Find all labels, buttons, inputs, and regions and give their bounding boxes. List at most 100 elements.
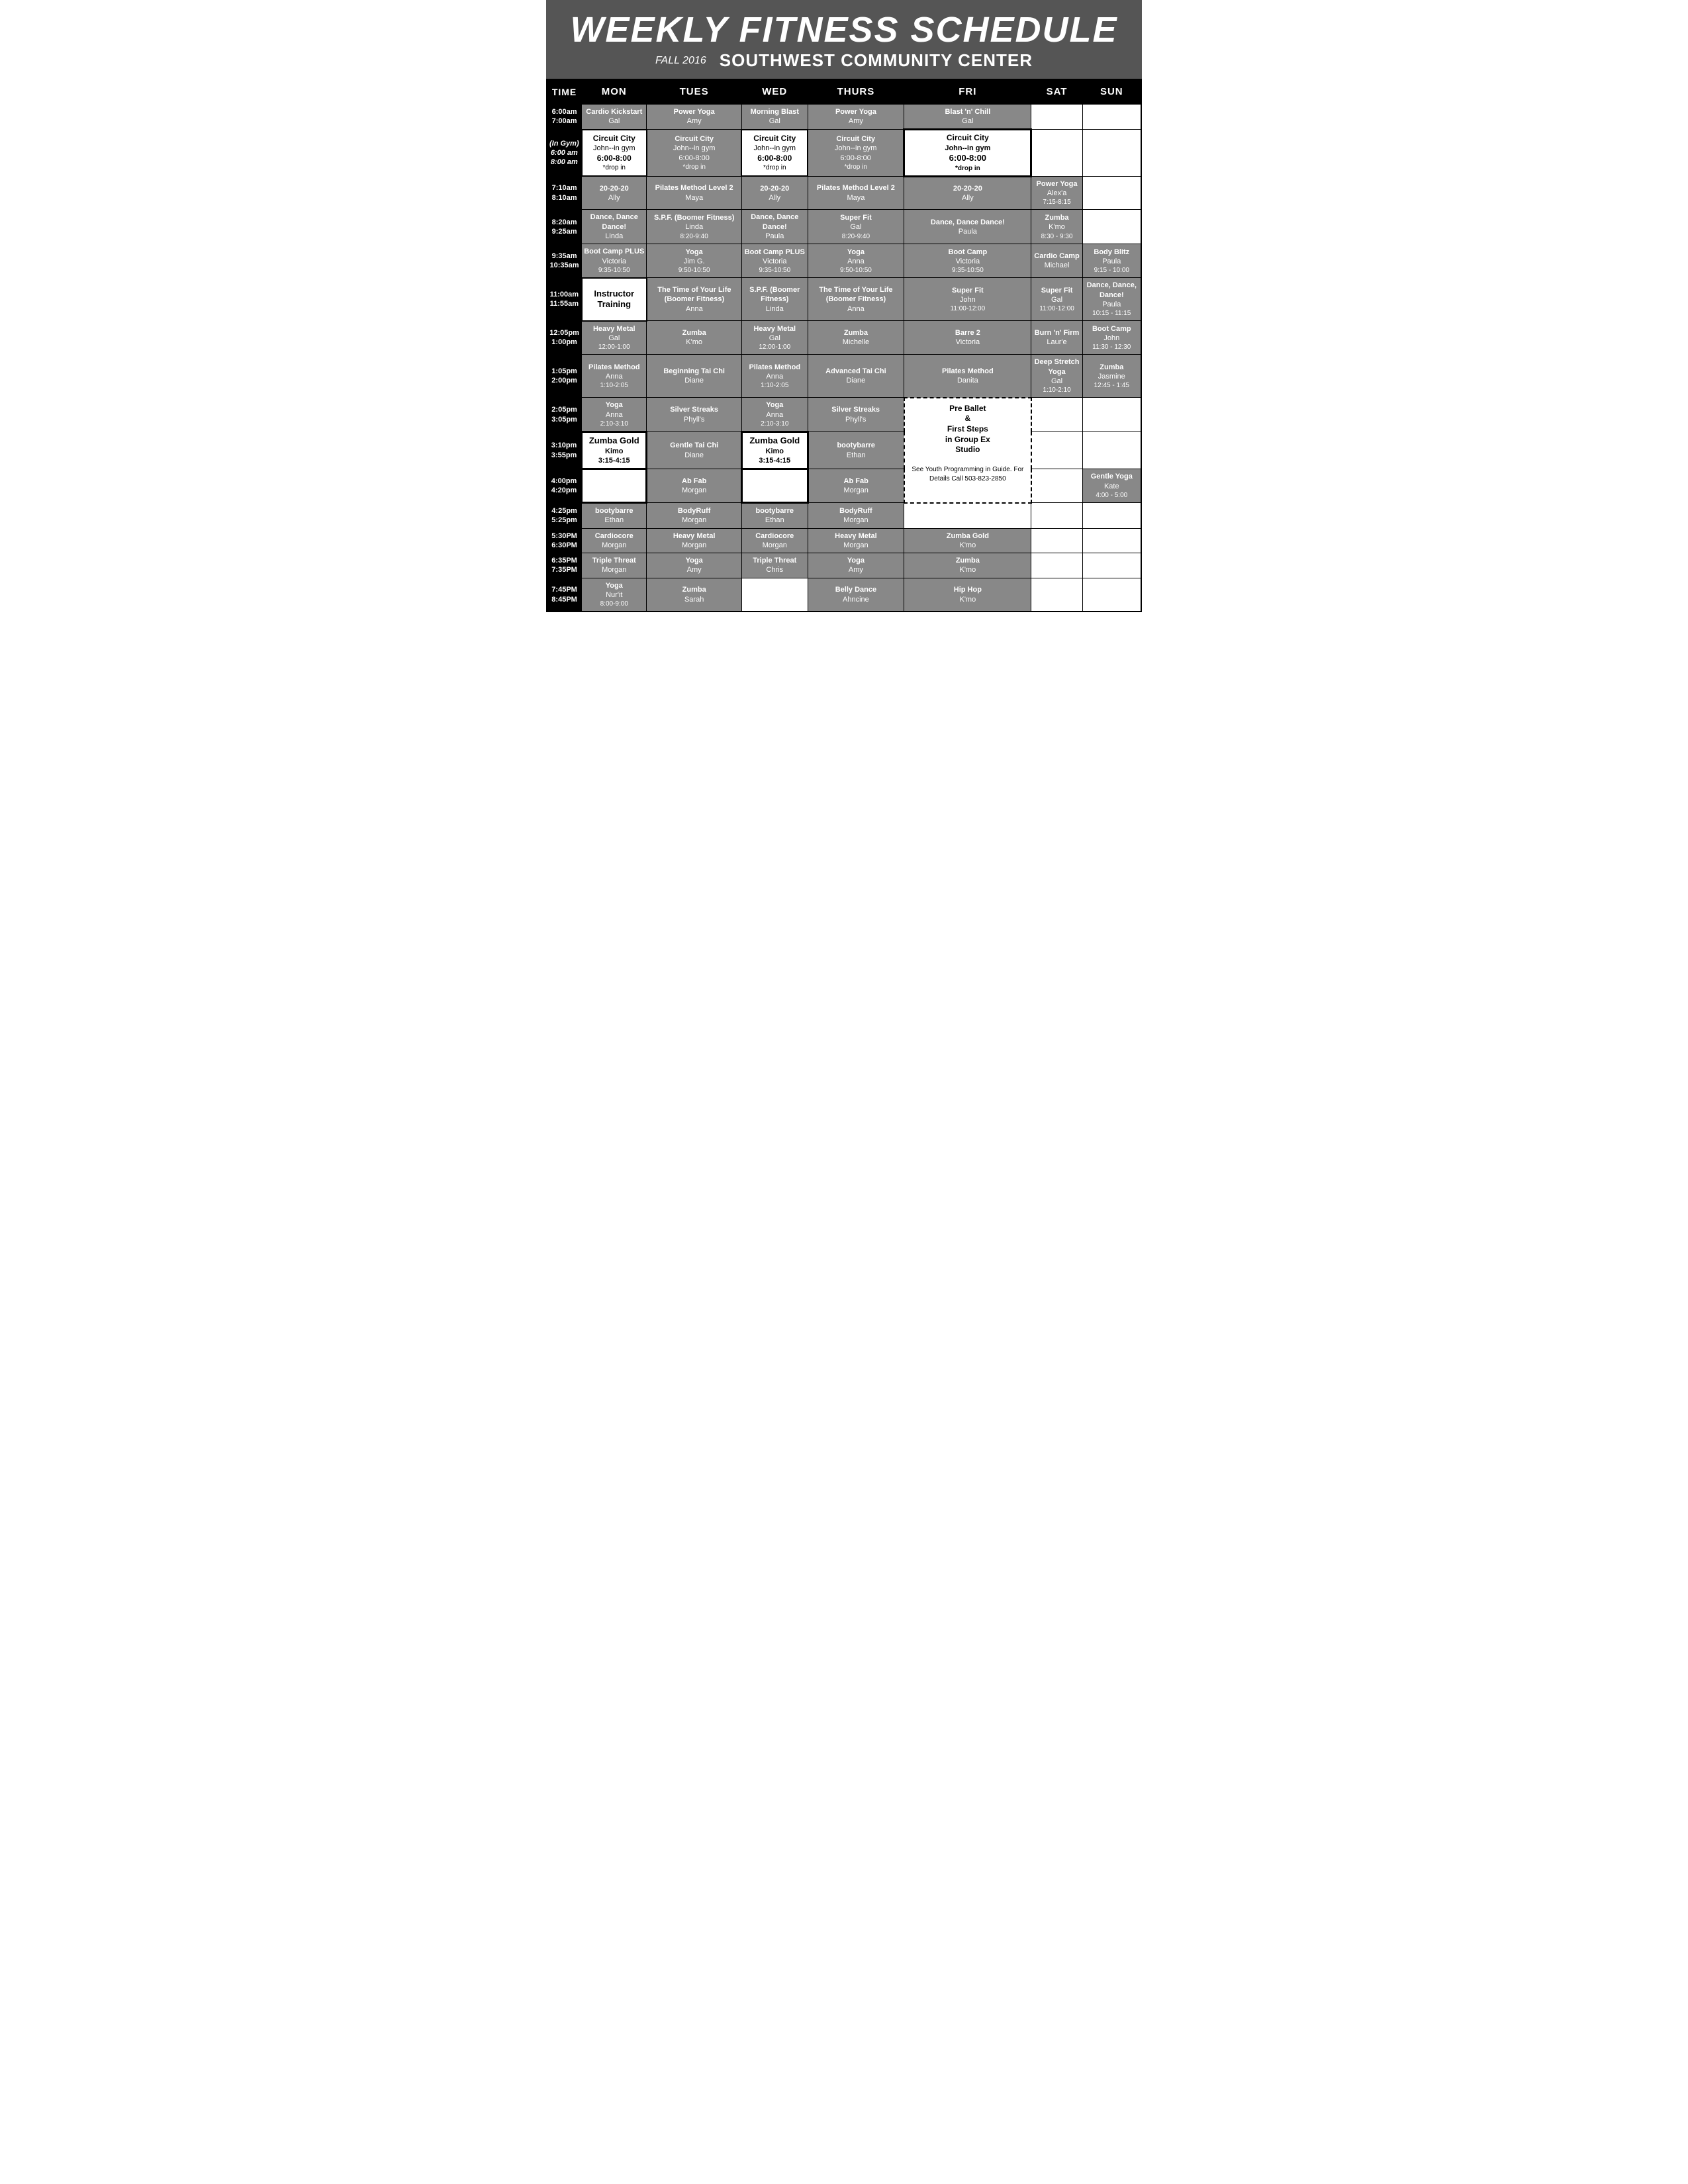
time-cell: 8:20am9:25am [547, 210, 582, 244]
class-cell: Super FitGal8:20-9:40 [808, 210, 904, 244]
class-cell: ZumbaSarah [647, 578, 742, 612]
class-cell: YogaAmy [808, 553, 904, 578]
class-cell: Deep Stretch YogaGal1:10-2:10 [1031, 355, 1082, 398]
class-cell: YogaJim G.9:50-10:50 [647, 244, 742, 278]
class-cell: Heavy MetalMorgan [808, 528, 904, 553]
table-row: 7:45PM8:45PMYogaNur'it8:00-9:00ZumbaSara… [547, 578, 1141, 612]
class-cell: The Time of Your Life (Boomer Fitness)An… [808, 278, 904, 321]
col-time: TIME [547, 79, 582, 104]
class-cell [1031, 469, 1082, 503]
class-cell: ZumbaK'mo [647, 321, 742, 355]
time-cell: 11:00am11:55am [547, 278, 582, 321]
class-cell [1082, 176, 1141, 210]
time-cell: 4:00pm4:20pm [547, 469, 582, 503]
table-row: 6:35PM7:35PMTriple ThreatMorganYogaAmyTr… [547, 553, 1141, 578]
time-cell: 6:00am7:00am [547, 104, 582, 130]
class-cell: Silver StreaksPhyll's [647, 398, 742, 432]
time-cell: 9:35am10:35am [547, 244, 582, 278]
col-sun: SUN [1082, 79, 1141, 104]
class-cell: ZumbaJasmine12:45 - 1:45 [1082, 355, 1141, 398]
class-cell: Power YogaAmy [808, 104, 904, 130]
class-cell: ZumbaK'mo8:30 - 9:30 [1031, 210, 1082, 244]
class-cell: YogaAnna2:10-3:10 [741, 398, 808, 432]
class-cell [1031, 503, 1082, 529]
class-cell: CardiocoreMorgan [582, 528, 647, 553]
class-cell: Boot CampJohn11:30 - 12:30 [1082, 321, 1141, 355]
class-cell: Ab FabMorgan [808, 469, 904, 503]
time-cell: 12:05pm1:00pm [547, 321, 582, 355]
class-cell: YogaNur'it8:00-9:00 [582, 578, 647, 612]
class-cell [1082, 578, 1141, 612]
time-cell: 7:45PM8:45PM [547, 578, 582, 612]
class-cell: Zumba GoldK'mo [904, 528, 1031, 553]
class-cell: Circuit CityJohn--in gym6:00-8:00*drop i… [582, 130, 647, 177]
class-cell [1082, 210, 1141, 244]
class-cell [1031, 432, 1082, 469]
class-cell [1031, 528, 1082, 553]
class-cell: Pilates MethodAnna1:10-2:05 [741, 355, 808, 398]
class-cell: bootybarreEthan [808, 432, 904, 469]
time-cell: 4:25pm5:25pm [547, 503, 582, 529]
table-row: 2:05pm3:05pmYogaAnna2:10-3:10Silver Stre… [547, 398, 1141, 432]
class-cell [1031, 578, 1082, 612]
class-cell: Cardio CampMichael [1031, 244, 1082, 278]
table-row: 4:25pm5:25pmbootybarreEthanBodyRuffMorga… [547, 503, 1141, 529]
class-cell: Heavy MetalGal12:00-1:00 [582, 321, 647, 355]
center-name: SOUTHWEST COMMUNITY CENTER [720, 50, 1033, 71]
page-title: WEEKLY FITNESS SCHEDULE [559, 12, 1129, 48]
class-cell [1031, 130, 1082, 177]
class-cell: bootybarreEthan [741, 503, 808, 529]
table-row: 4:00pm4:20pmAb FabMorganAb FabMorganGent… [547, 469, 1141, 503]
class-cell: Boot CampVictoria9:35-10:50 [904, 244, 1031, 278]
col-wed: WED [741, 79, 808, 104]
table-row: 12:05pm1:00pmHeavy MetalGal12:00-1:00Zum… [547, 321, 1141, 355]
class-cell: Dance, Dance Dance!Linda [582, 210, 647, 244]
class-cell [1082, 398, 1141, 432]
class-cell: Beginning Tai ChiDiane [647, 355, 742, 398]
class-cell [1082, 104, 1141, 130]
class-cell [582, 469, 647, 503]
table-row: 6:00am7:00amCardio KickstartGalPower Yog… [547, 104, 1141, 130]
class-cell [1082, 130, 1141, 177]
season-label: FALL 2016 [655, 55, 706, 67]
class-cell: Super FitJohn11:00-12:00 [904, 278, 1031, 321]
class-cell [1082, 553, 1141, 578]
table-row: 5:30PM6:30PMCardiocoreMorganHeavy MetalM… [547, 528, 1141, 553]
class-cell: Dance, Dance, Dance!Paula10:15 - 11:15 [1082, 278, 1141, 321]
class-cell: Circuit CityJohn--in gym6:00-8:00*drop i… [647, 130, 742, 177]
class-cell: Super FitGal11:00-12:00 [1031, 278, 1082, 321]
class-cell: ZumbaMichelle [808, 321, 904, 355]
table-row: 8:20am9:25amDance, Dance Dance!LindaS.P.… [547, 210, 1141, 244]
class-cell: Zumba GoldKimo3:15-4:15 [582, 432, 647, 469]
time-cell: 6:35PM7:35PM [547, 553, 582, 578]
class-cell: Heavy MetalMorgan [647, 528, 742, 553]
class-cell: Pre Ballet&First Stepsin Group ExStudioS… [904, 398, 1031, 503]
class-cell: Circuit CityJohn--in gym6:00-8:00*drop i… [741, 130, 808, 177]
class-cell: Power YogaAmy [647, 104, 742, 130]
class-cell: Pilates Method Level 2Maya [808, 176, 904, 210]
class-cell: Morning BlastGal [741, 104, 808, 130]
class-cell [1031, 553, 1082, 578]
class-cell: BodyRuffMorgan [808, 503, 904, 529]
class-cell [741, 469, 808, 503]
class-cell: Blast 'n' ChillGal [904, 104, 1031, 130]
class-cell: Dance, Dance Dance!Paula [904, 210, 1031, 244]
class-cell: Instructor Training [582, 278, 647, 321]
class-cell: 20-20-20Ally [904, 176, 1031, 210]
class-cell: Pilates MethodAnna1:10-2:05 [582, 355, 647, 398]
class-cell: Barre 2Victoria [904, 321, 1031, 355]
class-cell: Circuit CityJohn--in gym6:00-8:00*drop i… [808, 130, 904, 177]
time-cell: 3:10pm3:55pm [547, 432, 582, 469]
class-cell: Heavy MetalGal12:00-1:00 [741, 321, 808, 355]
class-cell [1082, 528, 1141, 553]
class-cell: Boot Camp PLUSVictoria9:35-10:50 [741, 244, 808, 278]
class-cell [1082, 432, 1141, 469]
class-cell: Burn 'n' FirmLaur'e [1031, 321, 1082, 355]
time-cell: 5:30PM6:30PM [547, 528, 582, 553]
column-headers: TIME MON TUES WED THURS FRI SAT SUN [547, 79, 1141, 104]
class-cell: Power YogaAlex'a7:15-8:15 [1031, 176, 1082, 210]
table-row: 3:10pm3:55pmZumba GoldKimo3:15-4:15Gentl… [547, 432, 1141, 469]
class-cell: ZumbaK'mo [904, 553, 1031, 578]
class-cell: bootybarreEthan [582, 503, 647, 529]
class-cell: Boot Camp PLUSVictoria9:35-10:50 [582, 244, 647, 278]
